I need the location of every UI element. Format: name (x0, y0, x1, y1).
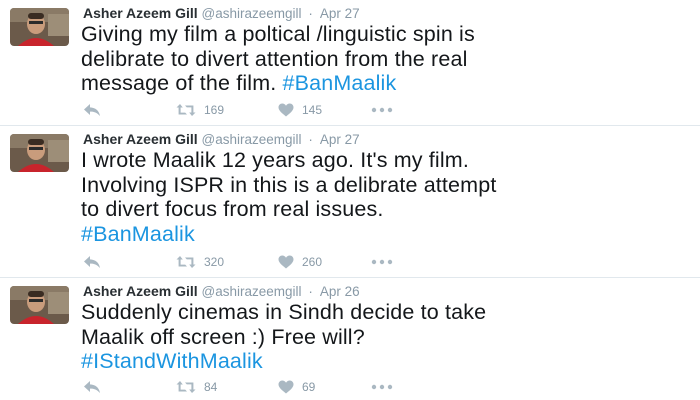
heart-icon (278, 103, 294, 117)
separator-dot: · (308, 284, 313, 299)
tweet-text-line: Maalik off screen :) Free will? (81, 324, 365, 349)
tweet-text-line: to divert focus from real issues. (81, 197, 384, 221)
more-dots-icon (371, 259, 393, 265)
avatar[interactable] (10, 134, 69, 172)
retweet-button[interactable]: 320 (176, 252, 224, 272)
reply-arrow-icon (84, 104, 100, 116)
tweet-text: Giving my film a poltical /linguistic sp… (81, 22, 693, 96)
tweet-header: Asher Azeem Gill @ashirazeemgill · Apr 2… (83, 4, 360, 23)
tweet[interactable]: Asher Azeem Gill @ashirazeemgill · Apr 2… (0, 126, 700, 278)
author-handle[interactable]: @ashirazeemgill (202, 284, 302, 299)
more-button[interactable] (371, 100, 393, 120)
reply-button[interactable] (83, 252, 101, 272)
separator-dot: · (308, 132, 313, 147)
avatar[interactable] (10, 286, 69, 324)
retweet-count: 320 (204, 255, 225, 269)
heart-icon (278, 255, 294, 269)
author-name[interactable]: Asher Azeem Gill (83, 131, 198, 147)
tweet-header: Asher Azeem Gill @ashirazeemgill · Apr 2… (83, 282, 360, 301)
more-dots-icon (371, 107, 393, 113)
tweet-text: I wrote Maalik 12 years ago. It's my fil… (81, 148, 693, 246)
reply-arrow-icon (84, 256, 100, 268)
reply-button[interactable] (83, 377, 101, 397)
retweet-button[interactable]: 84 (176, 377, 217, 397)
like-count: 69 (302, 380, 316, 394)
retweet-icon (176, 256, 196, 268)
tweet-text-line: Suddenly cinemas in Sindh decide to take (81, 300, 487, 324)
hashtag-link[interactable]: #BanMaalik (81, 222, 693, 247)
like-count: 145 (302, 103, 323, 117)
tweet-text-line: message of the film. #BanMaalik (81, 71, 693, 96)
tweet-timestamp[interactable]: Apr 26 (320, 284, 360, 299)
hashtag-link[interactable]: #BanMaalik (283, 71, 397, 95)
retweet-icon (176, 104, 196, 116)
retweet-icon (176, 381, 196, 393)
tweet-timestamp[interactable]: Apr 27 (320, 132, 360, 147)
author-name[interactable]: Asher Azeem Gill (83, 5, 198, 21)
tweet-text: Suddenly cinemas in Sindh decide to take… (81, 300, 693, 374)
like-button[interactable]: 145 (278, 100, 322, 120)
author-handle[interactable]: @ashirazeemgill (202, 132, 302, 147)
retweet-count: 169 (204, 103, 225, 117)
tweet[interactable]: Asher Azeem Gill @ashirazeemgill · Apr 2… (0, 0, 700, 126)
tweet-text-line: Giving my film a poltical /linguistic sp… (81, 22, 475, 46)
author-name[interactable]: Asher Azeem Gill (83, 283, 198, 299)
hashtag-link[interactable]: #IStandWithMaalik (81, 349, 693, 374)
more-button[interactable] (371, 377, 393, 397)
author-handle[interactable]: @ashirazeemgill (202, 6, 302, 21)
tweet-timestamp[interactable]: Apr 27 (320, 6, 360, 21)
more-dots-icon (371, 384, 393, 390)
heart-icon (278, 380, 294, 394)
retweet-count: 84 (204, 380, 218, 394)
avatar[interactable] (10, 8, 69, 46)
like-button[interactable]: 69 (278, 377, 315, 397)
tweet-text-line: Involving ISPR in this is a delibrate at… (81, 172, 497, 197)
tweet-text-line: I wrote Maalik 12 years ago. It's my fil… (81, 148, 469, 172)
retweet-button[interactable]: 169 (176, 100, 224, 120)
tweet-header: Asher Azeem Gill @ashirazeemgill · Apr 2… (83, 130, 360, 149)
tweet-text-line: delibrate to divert attention from the r… (81, 46, 468, 71)
tweet[interactable]: Asher Azeem Gill @ashirazeemgill · Apr 2… (0, 278, 700, 400)
more-button[interactable] (371, 252, 393, 272)
separator-dot: · (308, 6, 313, 21)
tweet-text-segment: message of the film. (81, 71, 283, 95)
like-button[interactable]: 260 (278, 252, 322, 272)
tweet-timeline: Asher Azeem Gill @ashirazeemgill · Apr 2… (0, 0, 700, 400)
like-count: 260 (302, 255, 323, 269)
reply-arrow-icon (84, 381, 100, 393)
reply-button[interactable] (83, 100, 101, 120)
